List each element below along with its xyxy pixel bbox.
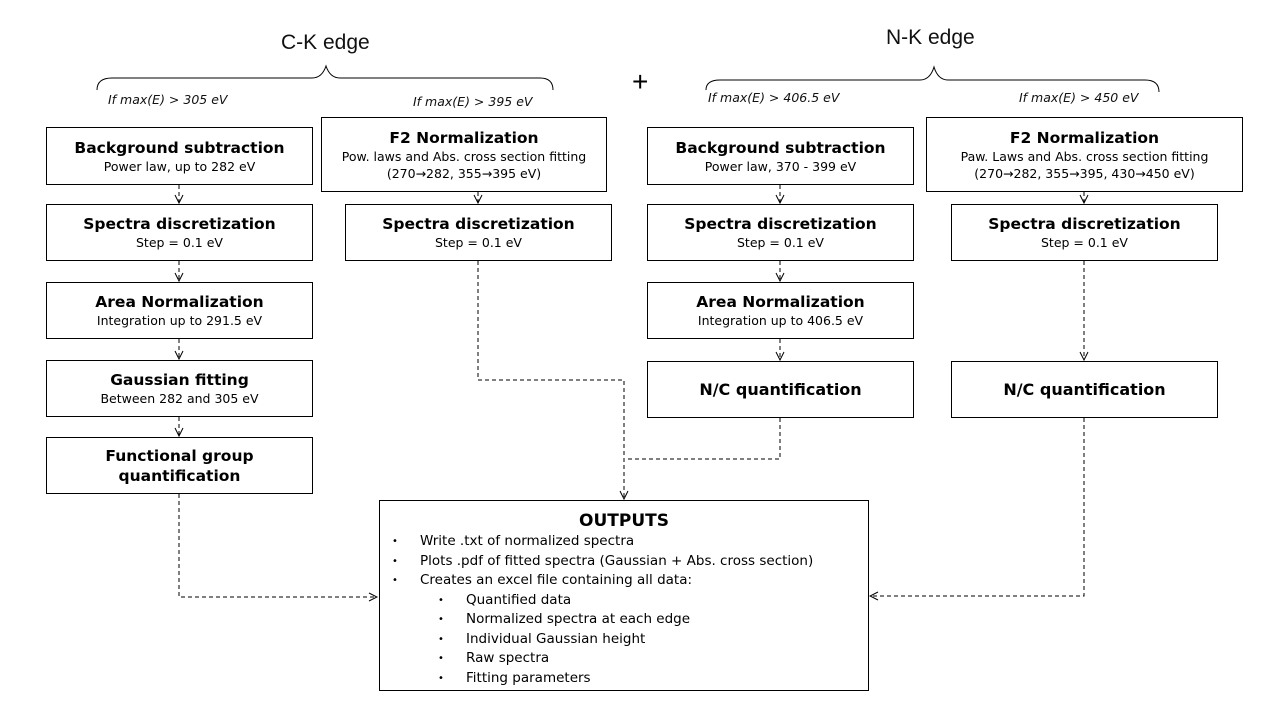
nk-area-normalization-box: Area Normalization Integration up to 406…	[647, 282, 914, 339]
excel-content-item: • Individual Gaussian height	[380, 630, 868, 650]
arrow-n1-outputs	[625, 418, 781, 460]
bullet-icon: •	[438, 614, 444, 625]
ck-f2-normalization-box: F2 Normalization Pow. laws and Abs. cros…	[321, 117, 607, 192]
ck-area-normalization-box: Area Normalization Integration up to 291…	[46, 282, 313, 339]
outputs-item-text: Creates an excel file containing all dat…	[420, 572, 693, 588]
step-title: Area Normalization	[95, 293, 264, 311]
nk-edge-title: N-K edge	[886, 26, 975, 49]
excel-content-text: Individual Gaussian height	[466, 630, 646, 647]
outputs-box: OUTPUTS • Write .txt of normalized spectr…	[379, 500, 869, 691]
ck-gaussian-fitting-box: Gaussian fitting Between 282 and 305 eV	[46, 360, 313, 417]
ck-edge-title: C-K edge	[281, 31, 370, 54]
nk-branch2-condition: If max(E) > 450 eV	[1019, 90, 1139, 105]
nk-f2-normalization-box: F2 Normalization Paw. Laws and Abs. cros…	[926, 117, 1243, 192]
bullet-icon: •	[392, 575, 398, 586]
nk-nc-quantification-box: N/C quantification	[647, 361, 914, 418]
nk-brace	[705, 65, 1160, 93]
bullet-icon: •	[438, 653, 444, 664]
excel-content-item: • Fitting parameters	[380, 669, 868, 689]
plus-connector: +	[632, 66, 649, 97]
step-subtitle: Paw. Laws and Abs. cross section fitting	[960, 148, 1209, 164]
step-subtitle: Power law, 370 - 399 eV	[704, 158, 857, 174]
step-subtitle-range: (270→282, 355→395 eV)	[386, 165, 542, 181]
step-title: Spectra discretization	[684, 215, 877, 233]
excel-content-text: Raw spectra	[466, 650, 550, 666]
step-title: F2 Normalization	[1009, 128, 1160, 147]
ck-spectra-discretization-box: Spectra discretization Step = 0.1 eV	[46, 204, 313, 261]
outputs-item: • Creates an excel file containing all da…	[380, 571, 868, 591]
bullet-icon: •	[392, 555, 398, 567]
step-subtitle: Between 282 and 305 eV	[100, 391, 259, 406]
ck-background-subtraction-box: Background subtraction Power law, up to …	[46, 127, 313, 185]
ck-functional-group-quantification-box: Functional group quantification	[46, 437, 313, 494]
excel-content-text: Fitting parameters	[466, 669, 591, 686]
step-subtitle: Power law, up to 282 eV	[103, 158, 256, 174]
step-subtitle: Pow. laws and Abs. cross section fitting	[341, 148, 587, 164]
arrow-n2-outputs	[870, 418, 1085, 596]
nk-f2-spectra-discretization-box: Spectra discretization Step = 0.1 eV	[951, 204, 1218, 261]
step-title: N/C quantification	[1003, 379, 1166, 399]
outputs-item: • Write .txt of normalized spectra	[380, 532, 868, 552]
step-title: Background subtraction	[675, 138, 886, 157]
step-title: Spectra discretization	[382, 215, 575, 233]
step-title: F2 Normalization	[389, 128, 539, 147]
outputs-item-text: Plots .pdf of fitted spectra (Gaussian +…	[420, 552, 814, 569]
step-subtitle: Integration up to 406.5 eV	[697, 313, 864, 328]
step-subtitle: Step = 0.1 eV	[435, 235, 522, 250]
step-title-line1: Functional group	[105, 446, 254, 465]
step-subtitle: Step = 0.1 eV	[1041, 235, 1128, 250]
step-title: Spectra discretization	[83, 215, 276, 233]
step-title: Spectra discretization	[988, 215, 1181, 233]
bullet-icon: •	[438, 594, 444, 606]
step-title-line2: quantification	[118, 466, 241, 485]
excel-content-text: Quantified data	[466, 591, 572, 608]
excel-content-item: • Normalized spectra at each edge	[380, 610, 868, 630]
step-subtitle: Integration up to 291.5 eV	[96, 313, 263, 328]
nk-f2-nc-quantification-box: N/C quantification	[951, 361, 1218, 418]
ck-f2-spectra-discretization-box: Spectra discretization Step = 0.1 eV	[345, 204, 612, 261]
step-title: Background subtraction	[74, 138, 285, 157]
excel-content-item: • Raw spectra	[380, 649, 868, 669]
bullet-icon: •	[438, 672, 444, 684]
nk-background-subtraction-box: Background subtraction Power law, 370 - …	[647, 127, 914, 185]
excel-content-item: • Quantified data	[380, 591, 868, 611]
bullet-icon: •	[438, 633, 444, 645]
outputs-item: • Plots .pdf of fitted spectra (Gaussian …	[380, 552, 868, 572]
step-subtitle: Step = 0.1 eV	[737, 235, 824, 250]
arrow-c1-outputs	[178, 494, 377, 597]
ck-brace	[96, 64, 554, 91]
ck-branch2-condition: If max(E) > 395 eV	[413, 94, 533, 109]
outputs-item-text: Write .txt of normalized spectra	[420, 533, 635, 549]
ck-branch1-condition: If max(E) > 305 eV	[108, 92, 228, 107]
step-title: N/C quantification	[699, 379, 862, 399]
excel-content-text: Normalized spectra at each edge	[466, 611, 691, 627]
outputs-list: • Write .txt of normalized spectra • Plots…	[380, 532, 868, 688]
bullet-icon: •	[392, 536, 398, 547]
arrow-c2-outputs	[477, 261, 624, 499]
step-subtitle-range: (270→282, 355→395, 430→450 eV)	[974, 165, 1195, 181]
step-title: Gaussian fitting	[110, 371, 249, 389]
outputs-title: OUTPUTS	[579, 511, 669, 531]
step-title: Area Normalization	[696, 293, 865, 311]
nk-spectra-discretization-box: Spectra discretization Step = 0.1 eV	[647, 204, 914, 261]
nk-branch1-condition: If max(E) > 406.5 eV	[708, 90, 840, 105]
step-subtitle: Step = 0.1 eV	[136, 235, 223, 250]
